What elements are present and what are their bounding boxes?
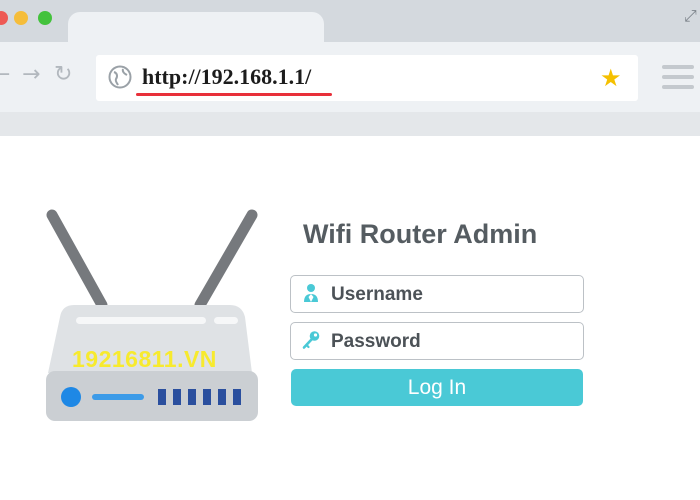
router-antenna-right [194, 209, 258, 311]
key-icon [302, 331, 320, 349]
login-title: Wifi Router Admin [303, 219, 538, 249]
forward-arrow-icon[interactable]: → [22, 62, 40, 87]
bookmarks-bar [0, 112, 700, 136]
browser-tab[interactable] [68, 12, 324, 46]
watermark-text: 19216811.VN [72, 346, 217, 372]
globe-icon [108, 65, 132, 89]
router-antenna-left [46, 209, 108, 311]
password-field[interactable]: Password [290, 322, 584, 360]
address-url[interactable]: http://192.168.1.1/ [142, 64, 311, 90]
username-field[interactable]: Username [290, 275, 584, 313]
username-placeholder: Username [331, 284, 423, 305]
reload-icon[interactable]: ↻ [54, 62, 72, 87]
bookmark-star-icon[interactable]: ★ [600, 64, 622, 92]
url-underline [136, 93, 332, 96]
back-arrow-icon[interactable]: ← [0, 62, 10, 87]
login-button[interactable]: Log In [291, 369, 583, 406]
router-power-light [61, 387, 81, 407]
router-illustration [46, 209, 258, 421]
password-placeholder: Password [331, 331, 421, 352]
user-icon [304, 284, 318, 302]
menu-icon[interactable] [662, 65, 694, 95]
expand-icon[interactable]: ⤢ [684, 8, 697, 26]
minimize-window-button[interactable] [14, 11, 28, 25]
maximize-window-button[interactable] [38, 11, 52, 25]
